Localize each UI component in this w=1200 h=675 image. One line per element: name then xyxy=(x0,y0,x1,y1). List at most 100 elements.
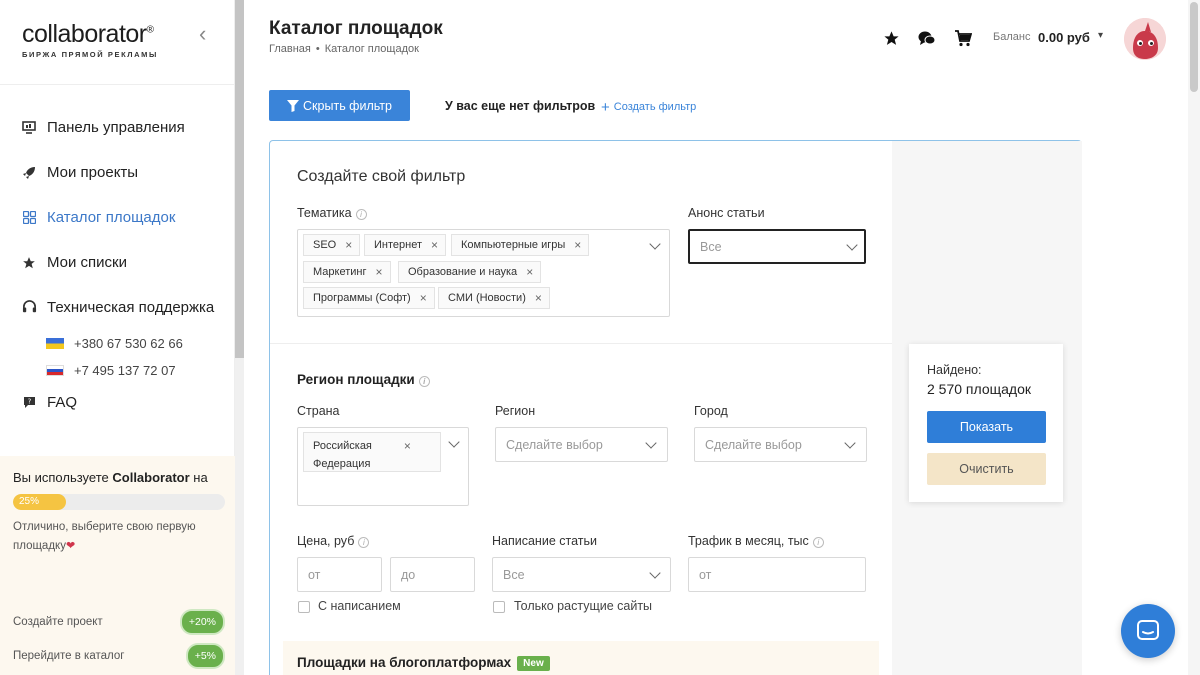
phone-number: +380 67 530 62 66 xyxy=(74,336,183,351)
results-panel: Найдено: 2 570 площадок Показать Очистит… xyxy=(909,344,1063,502)
rocket-icon xyxy=(21,165,37,181)
announce-value: Все xyxy=(700,240,722,254)
sidebar-item-label: Мои проекты xyxy=(47,164,139,181)
traffic-from-input[interactable]: от xyxy=(688,557,866,592)
new-badge: New xyxy=(517,656,550,671)
city-select[interactable]: Сделайте выбор xyxy=(694,427,867,462)
country-chip-text: Российская Федерация xyxy=(313,440,372,470)
sidebar-scrollbar-thumb[interactable] xyxy=(235,0,244,358)
favorites-star-icon[interactable] xyxy=(882,29,900,47)
price-label: Цена, руб i xyxy=(297,534,370,548)
sidebar-item-label: Мои списки xyxy=(47,254,127,271)
progress-percent: 25% xyxy=(19,496,40,507)
remove-chip-icon[interactable]: × xyxy=(574,238,581,252)
writing-label: Написание статьи xyxy=(492,534,597,548)
clear-button[interactable]: Очистить xyxy=(927,453,1046,485)
growing-only-checkbox[interactable] xyxy=(493,601,505,613)
price-to-placeholder: до xyxy=(401,568,416,582)
region-placeholder: Сделайте выбор xyxy=(506,438,603,452)
sidebar-item-label: Каталог площадок xyxy=(47,209,176,226)
topic-chip: Компьютерные игры × xyxy=(451,234,590,256)
city-label: Город xyxy=(694,404,728,418)
chevron-down-icon[interactable] xyxy=(448,436,460,448)
create-filter-link[interactable]: + Создать фильтр xyxy=(601,99,696,116)
balance-dropdown-caret[interactable]: ▾ xyxy=(1098,30,1103,41)
info-icon[interactable]: i xyxy=(358,537,370,548)
sidebar-scrollbar[interactable] xyxy=(235,0,244,675)
sidebar-item-catalog[interactable]: Каталог площадок xyxy=(0,195,235,240)
info-icon[interactable]: i xyxy=(355,209,367,220)
page-scrollbar[interactable] xyxy=(1188,0,1200,675)
avatar[interactable] xyxy=(1124,18,1166,60)
chevron-down-icon[interactable] xyxy=(846,239,858,251)
logo-tagline: БИРЖА ПРЯМОЙ РЕКЛАМЫ xyxy=(22,50,158,59)
remove-chip-icon[interactable]: × xyxy=(375,265,382,279)
price-from-placeholder: от xyxy=(308,568,321,582)
hide-filter-button[interactable]: Скрыть фильтр xyxy=(269,90,410,121)
logo-text: collaborator® xyxy=(22,20,154,48)
breadcrumb-home[interactable]: Главная xyxy=(269,43,311,55)
traffic-label: Трафик в месяц, тыс i xyxy=(688,534,824,548)
task-create-project[interactable]: Создайте проект +20% xyxy=(13,609,225,635)
price-from-input[interactable]: от xyxy=(297,557,382,592)
country-label: Страна xyxy=(297,404,340,418)
task-badge: +5% xyxy=(185,643,225,669)
show-button[interactable]: Показать xyxy=(927,411,1046,443)
with-writing-label: С написанием xyxy=(318,599,401,613)
logo[interactable]: collaborator® БИРЖА ПРЯМОЙ РЕКЛАМЫ xyxy=(22,20,222,59)
sidebar-item-faq[interactable]: ? FAQ xyxy=(0,380,235,425)
growing-only-label: Только растущие сайты xyxy=(514,599,653,613)
chevron-down-icon[interactable] xyxy=(844,437,856,449)
grid-icon xyxy=(21,210,37,226)
balance-value: 0.00 руб xyxy=(1038,30,1090,45)
chevron-down-icon[interactable] xyxy=(645,437,657,449)
remove-chip-icon[interactable]: × xyxy=(420,291,427,305)
task-label: Создайте проект xyxy=(13,616,103,628)
country-select[interactable]: Российская Федерация × xyxy=(297,427,469,506)
messages-icon[interactable] xyxy=(918,29,936,47)
chat-launcher-button[interactable] xyxy=(1121,604,1175,658)
blog-platforms-section[interactable]: Площадки на блогоплатформах New xyxy=(283,641,879,675)
chevron-down-icon[interactable] xyxy=(649,238,661,250)
writing-select[interactable]: Все xyxy=(492,557,671,592)
remove-chip-icon[interactable]: × xyxy=(526,265,533,279)
task-label: Перейдите в каталог xyxy=(13,650,125,662)
topic-chip: Программы (Софт) × xyxy=(303,287,435,309)
collapse-sidebar-icon[interactable]: ‹ xyxy=(199,23,217,46)
with-writing-checkbox[interactable] xyxy=(298,601,310,613)
info-icon[interactable]: i xyxy=(812,537,824,548)
star-icon xyxy=(21,255,37,271)
sidebar-item-support[interactable]: Техническая поддержка xyxy=(0,285,235,330)
remove-chip-icon[interactable]: × xyxy=(535,291,542,305)
svg-text:?: ? xyxy=(27,398,31,406)
breadcrumb: Главная • Каталог площадок xyxy=(269,43,419,55)
announce-select[interactable]: Все xyxy=(688,229,866,264)
topic-label: Тематика i xyxy=(297,206,367,220)
cart-icon[interactable] xyxy=(954,29,972,47)
hide-filter-label: Скрыть фильтр xyxy=(303,98,392,113)
balance-label: Баланс xyxy=(993,31,1031,43)
price-to-input[interactable]: до xyxy=(390,557,475,592)
sidebar-item-dashboard[interactable]: Панель управления xyxy=(0,105,235,150)
region-label: Регион xyxy=(495,404,536,418)
info-icon[interactable]: i xyxy=(418,376,430,387)
filter-icon xyxy=(287,99,300,112)
blog-platforms-title: Площадки на блогоплатформах New xyxy=(297,655,550,671)
divider xyxy=(270,343,892,344)
remove-chip-icon[interactable]: × xyxy=(431,238,438,252)
filter-title: Создайте свой фильтр xyxy=(297,168,466,185)
chevron-down-icon[interactable] xyxy=(649,567,661,579)
topic-select[interactable]: SEO × Интернет × Компьютерные игры × Маркет… xyxy=(297,229,670,317)
heart-icon: ❤ xyxy=(65,540,76,552)
found-count: 2 570 площадок xyxy=(927,381,1032,397)
remove-chip-icon[interactable]: × xyxy=(345,238,352,252)
region-select[interactable]: Сделайте выбор xyxy=(495,427,668,462)
create-filter-label: Создать фильтр xyxy=(613,101,697,113)
task-go-catalog[interactable]: Перейдите в каталог +5% xyxy=(13,643,225,669)
sidebar-item-lists[interactable]: Мои списки xyxy=(0,240,235,285)
phone-ua[interactable]: +380 67 530 62 66 xyxy=(0,330,235,357)
page-scrollbar-thumb[interactable] xyxy=(1190,2,1198,92)
sidebar-item-projects[interactable]: Мои проекты xyxy=(0,150,235,195)
remove-chip-icon[interactable]: × xyxy=(404,437,411,455)
sidebar-item-label: FAQ xyxy=(47,394,78,411)
